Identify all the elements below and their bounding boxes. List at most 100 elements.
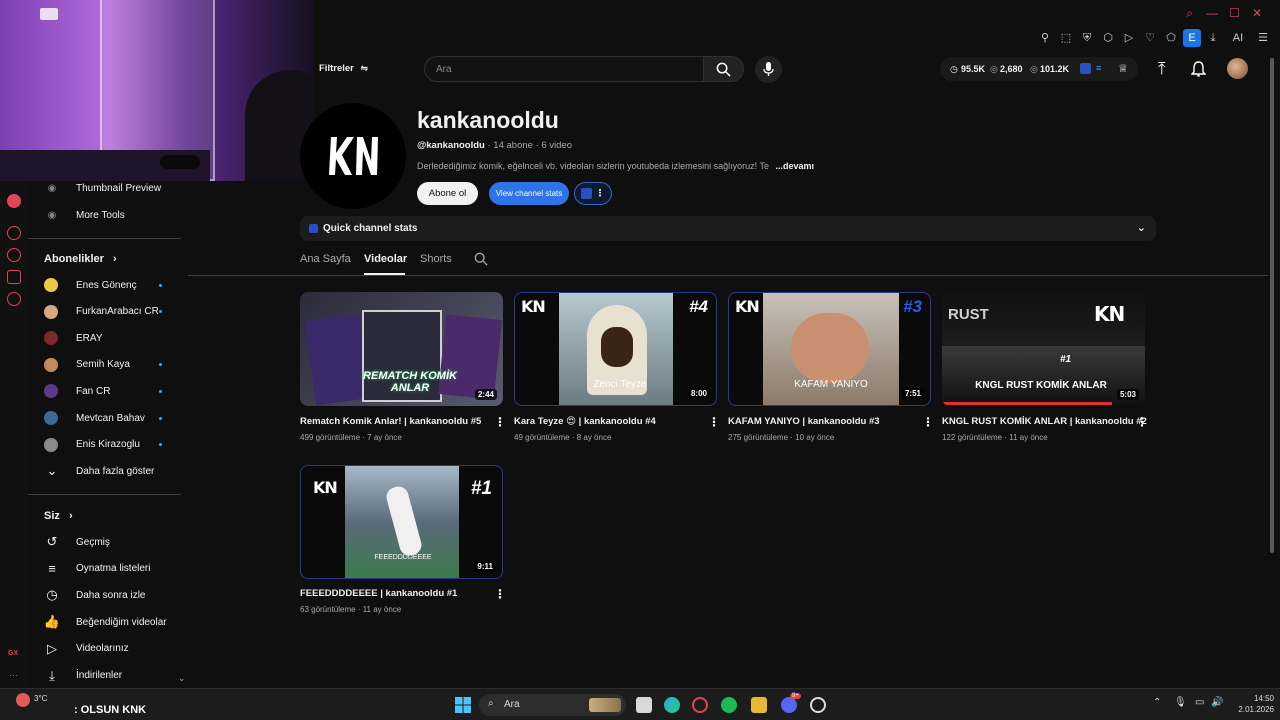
gx-more-icon[interactable]: ··· <box>9 670 18 680</box>
taskbar-search[interactable]: ⌕ Ara <box>479 694 626 716</box>
steam-icon[interactable] <box>810 697 826 713</box>
video-menu-icon[interactable]: ⋮ <box>494 415 506 429</box>
gx-corner-icon[interactable]: GX <box>8 650 18 657</box>
heart-icon[interactable]: ♡ <box>1141 29 1159 47</box>
video-menu-icon[interactable]: ⋮ <box>494 587 506 601</box>
gx-record-icon[interactable] <box>7 226 21 240</box>
download-icon[interactable]: ⤓ <box>1204 29 1222 47</box>
vidiq-menu-button[interactable]: ⋮ <box>574 182 612 205</box>
account-avatar[interactable] <box>1227 58 1248 79</box>
video-views: 122 görüntüleme <box>942 433 1003 442</box>
quick-channel-stats-bar[interactable]: Quick channel stats ⌄ <box>300 216 1156 241</box>
voice-search-button[interactable] <box>755 56 782 83</box>
tab-shorts[interactable]: Shorts <box>420 253 452 265</box>
filters-button[interactable]: Filtreler ⇋ <box>319 63 368 74</box>
weather-icon[interactable] <box>16 693 30 707</box>
subs-icon: ◎ <box>1030 64 1038 74</box>
upload-icon[interactable]: ⤒ <box>1158 59 1166 79</box>
channel-search-icon[interactable] <box>474 252 488 266</box>
scroll-down-icon[interactable]: ⌄ <box>178 673 186 684</box>
ai-button[interactable]: AI <box>1225 29 1251 47</box>
play-icon[interactable]: ▷ <box>1120 29 1138 47</box>
search-icon[interactable]: ⌕ <box>1181 6 1199 21</box>
sidebar-item-playlist[interactable]: ≡ Oynatma listeleri <box>44 556 184 582</box>
sliders-icon: ⇋ <box>360 63 369 73</box>
sidebar-item-video[interactable]: ▷ Videolarınız <box>44 636 184 662</box>
volume-icon[interactable]: 🔊 <box>1211 697 1223 708</box>
subscription-item[interactable]: Enis Kirazoglu <box>44 432 184 458</box>
subscription-item[interactable]: Fan CR <box>44 378 184 404</box>
tray-chevron-icon[interactable]: ⌃ <box>1153 697 1161 708</box>
video-thumbnail[interactable]: RUST KN #1 KNGL RUST KOMİK ANLAR 5:03 <box>942 292 1145 406</box>
windows-start-icon[interactable] <box>455 697 471 713</box>
video-menu-icon[interactable]: ⋮ <box>922 415 934 429</box>
close-icon[interactable]: ✕ <box>1248 6 1266 20</box>
video-thumbnail[interactable]: KN #3 KAFAM YANIYO 7:51 <box>728 292 931 406</box>
menu-icon[interactable]: ☰ <box>1254 29 1272 47</box>
cube-icon[interactable]: ⬡ <box>1099 29 1117 47</box>
new-content-dot <box>159 310 162 314</box>
gx-logo-icon[interactable] <box>7 194 21 208</box>
sidebar-tool-thumbnail-preview[interactable]: ◉ Thumbnail Preview <box>44 175 184 201</box>
subscription-item[interactable]: Semih Kaya <box>44 352 184 378</box>
screenshot-icon[interactable]: ⬚ <box>1057 29 1075 47</box>
tab-home[interactable]: Ana Sayfa <box>300 253 351 265</box>
video-title[interactable]: KAFAM YANIYO | kankanooldu #3 <box>728 416 880 427</box>
mic-tray-icon[interactable]: 🎙 <box>1174 697 1187 708</box>
channel-description[interactable]: Derledediğimiz komik, eğelnceli vb. vide… <box>417 161 817 171</box>
gx-settings-icon[interactable] <box>7 292 21 306</box>
video-thumbnail[interactable]: REMATCH KOMİK ANLAR 2:44 <box>300 292 503 406</box>
channel-avatar[interactable] <box>300 103 406 209</box>
you-heading[interactable]: Siz › <box>44 510 73 522</box>
vidiq-icon[interactable] <box>1080 63 1091 74</box>
minimize-icon[interactable]: — <box>1203 6 1221 20</box>
microphone-shape <box>160 155 200 169</box>
video-title[interactable]: Kara Teyze 😍 | kankanooldu #4 <box>514 416 656 427</box>
subscription-item[interactable]: ERAY <box>44 325 184 351</box>
discord-icon[interactable] <box>781 697 797 713</box>
sidebar-item-history[interactable]: ↺ Geçmiş <box>44 529 184 555</box>
video-menu-icon[interactable]: ⋮ <box>1136 415 1148 429</box>
extension-e-icon[interactable]: E <box>1183 29 1201 47</box>
display-tray-icon[interactable]: ▭ <box>1195 697 1204 708</box>
sidebar-tool-more-tools[interactable]: ◉ More Tools <box>44 202 184 228</box>
trophy-icon[interactable]: ♕ <box>1118 62 1128 75</box>
subscription-item[interactable]: FurkanArabacı CR <box>44 299 184 325</box>
shield-icon[interactable]: ⛨ <box>1078 29 1096 47</box>
video-thumbnail[interactable]: KN #1 FEEEDDDDEEEE 9:11 <box>300 465 503 579</box>
page-scrollbar[interactable] <box>1270 58 1274 553</box>
list-icon[interactable]: ≡ <box>1096 63 1101 73</box>
search-input[interactable]: Ara <box>424 56 704 82</box>
search-button[interactable] <box>703 56 744 82</box>
subscriptions-heading[interactable]: Abonelikler › <box>44 253 117 265</box>
subscribe-button[interactable]: Abone ol <box>417 182 478 205</box>
video-title[interactable]: Rematch Komik Anlar! | kankanooldu #5 <box>300 416 481 427</box>
notifications-icon[interactable] <box>1191 61 1206 77</box>
subscription-item[interactable]: Enes Gönenç <box>44 272 184 298</box>
spotify-icon[interactable] <box>721 697 737 713</box>
maximize-icon[interactable]: ☐ <box>1226 6 1244 20</box>
channel-stats-pill[interactable]: ◷ 95.5K ◎ 2,680 ◎ 101.2K ≡ ♕ <box>940 57 1138 81</box>
puzzle-icon[interactable]: ⬠ <box>1162 29 1180 47</box>
video-title[interactable]: KNGL RUST KOMİK ANLAR | kankanooldu #2 <box>942 416 1147 427</box>
tab-videos[interactable]: Videolar <box>364 253 407 265</box>
file-explorer-icon[interactable] <box>751 697 767 713</box>
opera-gx-icon[interactable] <box>692 697 708 713</box>
show-more-button[interactable]: ⌄ Daha fazla göster <box>44 458 184 484</box>
task-view-icon[interactable] <box>636 697 652 713</box>
view-channel-stats-button[interactable]: View channel stats <box>489 182 569 205</box>
chevron-down-icon: ⌄ <box>46 463 58 478</box>
subscription-item[interactable]: Mevtcan Bahav <box>44 405 184 431</box>
video-thumbnail[interactable]: KN #4 Zenci Teyze 8:00 <box>514 292 717 406</box>
video-menu-icon[interactable]: ⋮ <box>708 415 720 429</box>
gx-clock-icon[interactable] <box>7 248 21 262</box>
pin-icon[interactable]: ⚲ <box>1036 29 1054 47</box>
video-title[interactable]: FEEEDDDDEEEE | kankanooldu #1 <box>300 588 457 599</box>
gx-send-icon[interactable] <box>7 270 21 284</box>
sidebar-item-thumb-up[interactable]: 👍 Beğendiğim videolar <box>44 609 184 635</box>
sidebar-item-clock[interactable]: ◷ Daha sonra izle <box>44 582 184 608</box>
sidebar-item-download[interactable]: ⤓ İndirilenler <box>44 663 184 689</box>
edge-icon[interactable] <box>664 697 680 713</box>
clock[interactable]: 14:50 2.01.2026 <box>1234 694 1274 714</box>
more-link[interactable]: ...devamı <box>776 161 815 171</box>
